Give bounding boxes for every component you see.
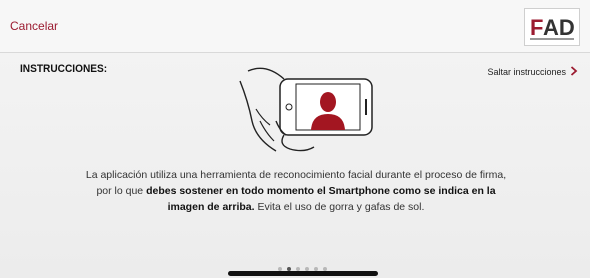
skip-instructions-label: Saltar instrucciones [487, 67, 566, 77]
chevron-right-icon [570, 66, 578, 78]
home-indicator [228, 271, 378, 276]
logo-f: F [530, 15, 543, 40]
instructions-paragraph: La aplicación utiliza una herramienta de… [80, 167, 512, 215]
instructions-title: INSTRUCCIONES: [20, 63, 108, 75]
fad-logo: F AD [524, 8, 580, 46]
top-bar: Cancelar F AD [0, 0, 590, 53]
logo-ad: AD [543, 15, 575, 40]
paragraph-text-2: Evita el uso de gorra y gafas de sol. [254, 200, 425, 213]
hand-holding-phone-icon [218, 61, 378, 153]
instructions-panel: INSTRUCCIONES: Saltar instrucciones La a… [0, 53, 590, 278]
cancel-button[interactable]: Cancelar [10, 19, 58, 33]
skip-instructions-link[interactable]: Saltar instrucciones [487, 66, 578, 78]
